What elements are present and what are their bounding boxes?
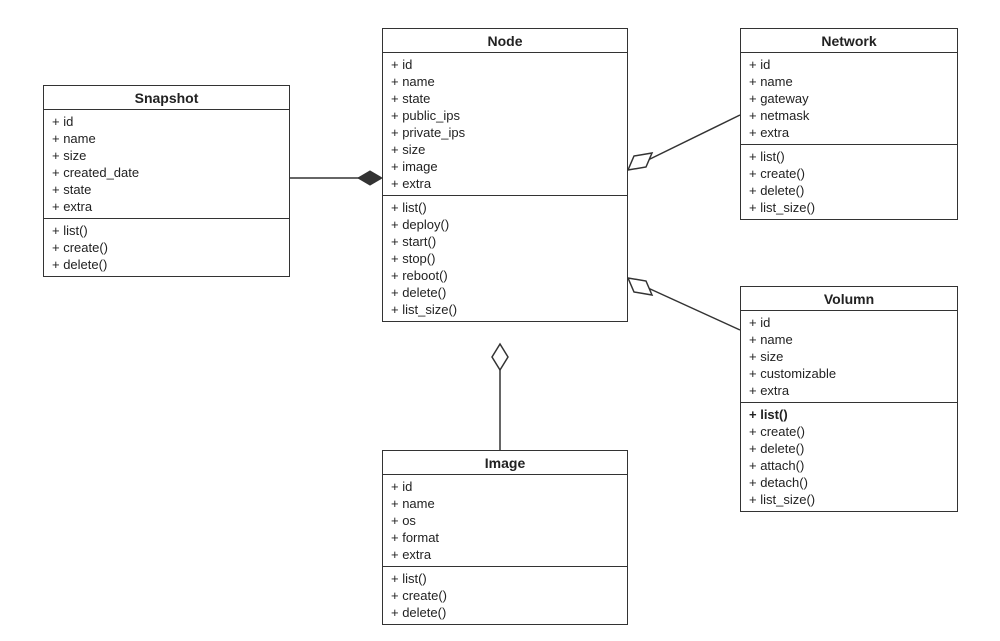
class-title: Snapshot [44, 86, 289, 110]
method: + list() [52, 222, 281, 239]
attr: + id [391, 56, 619, 73]
attr: + os [391, 512, 619, 529]
class-node: Node + id + name + state + public_ips + … [382, 28, 628, 322]
attr: + format [391, 529, 619, 546]
method: + create() [749, 165, 949, 182]
method: + list() [391, 570, 619, 587]
methods-section: + list() + create() + delete() [44, 219, 289, 276]
attr: + size [52, 147, 281, 164]
attr: + id [52, 113, 281, 130]
method: + list() [749, 148, 949, 165]
class-title: Volumn [741, 287, 957, 311]
method: + delete() [52, 256, 281, 273]
method: + delete() [749, 440, 949, 457]
method: + stop() [391, 250, 619, 267]
method: + delete() [391, 284, 619, 301]
method: + create() [749, 423, 949, 440]
attr: + extra [391, 546, 619, 563]
class-title: Node [383, 29, 627, 53]
attr: + created_date [52, 164, 281, 181]
attr: + extra [749, 124, 949, 141]
methods-section: + list() + create() + delete() + attach(… [741, 403, 957, 511]
attr: + id [391, 478, 619, 495]
attr: + name [52, 130, 281, 147]
method: + list() [391, 199, 619, 216]
attr: + id [749, 56, 949, 73]
method: + list_size() [391, 301, 619, 318]
class-volumn: Volumn + id + name + size + customizable… [740, 286, 958, 512]
method: + reboot() [391, 267, 619, 284]
methods-section: + list() + deploy() + start() + stop() +… [383, 196, 627, 321]
methods-section: + list() + create() + delete() + list_si… [741, 145, 957, 219]
attr: + customizable [749, 365, 949, 382]
attr: + name [391, 73, 619, 90]
methods-section: + list() + create() + delete() [383, 567, 627, 624]
attr: + state [52, 181, 281, 198]
attr: + name [749, 331, 949, 348]
attr: + image [391, 158, 619, 175]
class-snapshot: Snapshot + id + name + size + created_da… [43, 85, 290, 277]
attr: + netmask [749, 107, 949, 124]
attributes-section: + id + name + os + format + extra [383, 475, 627, 567]
class-title: Network [741, 29, 957, 53]
attr: + extra [52, 198, 281, 215]
method: + list_size() [749, 491, 949, 508]
attr: + gateway [749, 90, 949, 107]
class-network: Network + id + name + gateway + netmask … [740, 28, 958, 220]
attributes-section: + id + name + gateway + netmask + extra [741, 53, 957, 145]
method: + create() [52, 239, 281, 256]
method: + list() [749, 406, 949, 423]
method: + delete() [391, 604, 619, 621]
method: + start() [391, 233, 619, 250]
attributes-section: + id + name + size + created_date + stat… [44, 110, 289, 219]
attr: + name [391, 495, 619, 512]
attr: + size [749, 348, 949, 365]
method: + deploy() [391, 216, 619, 233]
class-title: Image [383, 451, 627, 475]
attr: + state [391, 90, 619, 107]
attr: + name [749, 73, 949, 90]
attr: + public_ips [391, 107, 619, 124]
attributes-section: + id + name + state + public_ips + priva… [383, 53, 627, 196]
method: + delete() [749, 182, 949, 199]
attr: + extra [749, 382, 949, 399]
attr: + private_ips [391, 124, 619, 141]
attr: + id [749, 314, 949, 331]
method: + create() [391, 587, 619, 604]
attr: + extra [391, 175, 619, 192]
method: + detach() [749, 474, 949, 491]
method: + attach() [749, 457, 949, 474]
class-image: Image + id + name + os + format + extra … [382, 450, 628, 625]
method: + list_size() [749, 199, 949, 216]
attributes-section: + id + name + size + customizable + extr… [741, 311, 957, 403]
attr: + size [391, 141, 619, 158]
